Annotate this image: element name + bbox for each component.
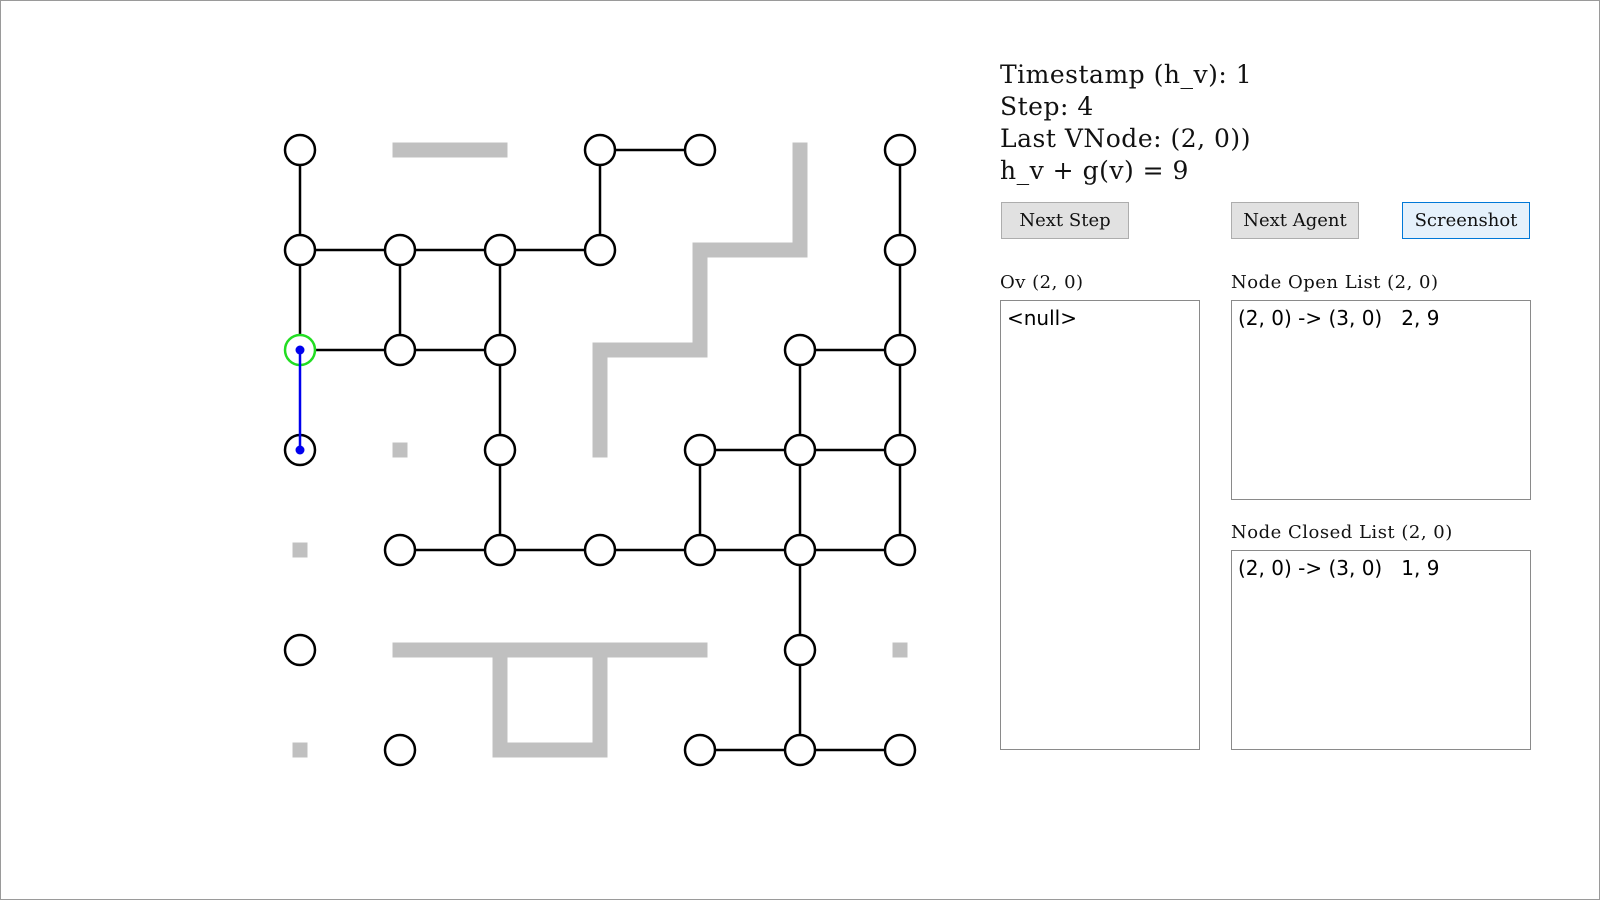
wall-segment [392, 642, 708, 658]
list-item[interactable]: (2, 0) -> (3, 0) 2, 9 [1238, 305, 1524, 331]
graph-node[interactable] [783, 333, 817, 367]
graph-node[interactable] [783, 533, 817, 567]
graph-node[interactable] [583, 533, 617, 567]
graph-node[interactable] [883, 533, 917, 567]
graph-node[interactable] [583, 133, 617, 167]
wall-segment [592, 342, 608, 458]
hv-gv-label: h_v + g(v) = 9 [1000, 156, 1189, 185]
wall-segment [692, 242, 708, 358]
graph-node[interactable] [683, 533, 717, 567]
next-agent-button[interactable]: Next Agent [1231, 202, 1359, 239]
graph-node[interactable] [483, 533, 517, 567]
wall-segment [692, 242, 808, 258]
graph-node[interactable] [883, 233, 917, 267]
wall-segment [592, 342, 708, 358]
last-vnode-label: Last VNode: (2, 0)) [1000, 124, 1251, 153]
graph-node[interactable] [283, 633, 317, 667]
ov-list[interactable]: <null> [1000, 300, 1200, 750]
path-point [295, 345, 305, 355]
graph-node[interactable] [683, 733, 717, 767]
graph-node[interactable] [883, 133, 917, 167]
closed-list[interactable]: (2, 0) -> (3, 0) 1, 9 [1231, 550, 1531, 750]
graph-node[interactable] [383, 333, 417, 367]
wall-block [292, 542, 308, 558]
graph-node[interactable] [683, 133, 717, 167]
open-list[interactable]: (2, 0) -> (3, 0) 2, 9 [1231, 300, 1531, 500]
path-point [295, 445, 305, 455]
step-label: Step: 4 [1000, 92, 1094, 121]
wall-segment [592, 642, 608, 758]
graph-node[interactable] [383, 233, 417, 267]
graph-node[interactable] [783, 633, 817, 667]
graph-node[interactable] [883, 333, 917, 367]
graph-node[interactable] [283, 233, 317, 267]
graph-node[interactable] [283, 133, 317, 167]
graph-node[interactable] [783, 433, 817, 467]
wall-segment [492, 742, 608, 758]
graph-node[interactable] [383, 733, 417, 767]
screenshot-button[interactable]: Screenshot [1402, 202, 1530, 239]
timestamp-label: Timestamp (h_v): 1 [1000, 60, 1253, 89]
wall-block [292, 742, 308, 758]
grid-canvas[interactable] [0, 0, 960, 900]
ov-list-label: Ov (2, 0) [1000, 272, 1084, 293]
graph-node[interactable] [483, 433, 517, 467]
graph-node[interactable] [383, 533, 417, 567]
next-step-button[interactable]: Next Step [1001, 202, 1129, 239]
graph-node[interactable] [783, 733, 817, 767]
wall-block [892, 642, 908, 658]
wall-segment [392, 142, 508, 158]
wall-block [392, 442, 408, 458]
wall-segment [492, 642, 508, 758]
closed-list-label: Node Closed List (2, 0) [1231, 522, 1453, 543]
list-item[interactable]: <null> [1007, 305, 1193, 331]
graph-node[interactable] [683, 433, 717, 467]
graph-node[interactable] [583, 233, 617, 267]
graph-node[interactable] [483, 333, 517, 367]
wall-segment [792, 142, 808, 258]
graph-node[interactable] [883, 733, 917, 767]
graph-node[interactable] [883, 433, 917, 467]
list-item[interactable]: (2, 0) -> (3, 0) 1, 9 [1238, 555, 1524, 581]
graph-node[interactable] [483, 233, 517, 267]
open-list-label: Node Open List (2, 0) [1231, 272, 1439, 293]
